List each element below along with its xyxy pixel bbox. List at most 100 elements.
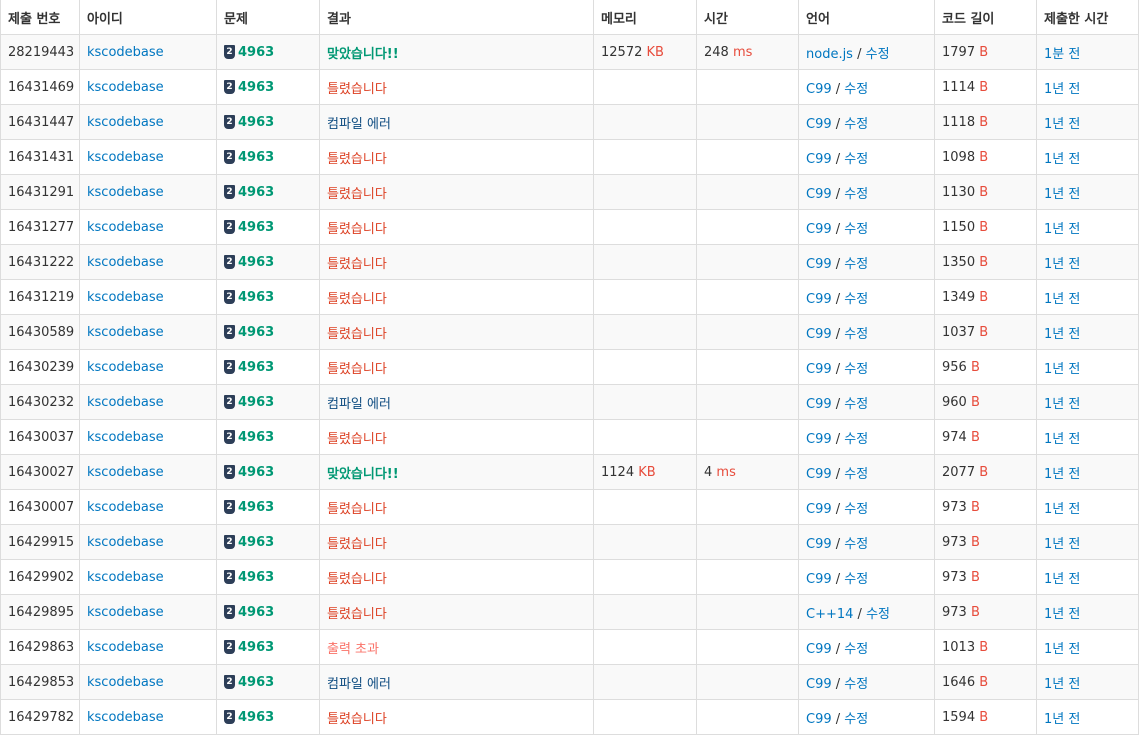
user-link[interactable]: kscodebase — [87, 640, 164, 655]
problem-link[interactable]: 2 4963 — [224, 360, 274, 375]
user-link[interactable]: kscodebase — [87, 80, 164, 95]
user-link[interactable]: kscodebase — [87, 360, 164, 375]
submitted-at-link[interactable]: 1년 전 — [1044, 572, 1080, 587]
problem-link[interactable]: 2 4963 — [224, 395, 274, 410]
edit-link[interactable]: 수정 — [844, 572, 868, 587]
problem-link[interactable]: 2 4963 — [224, 640, 274, 655]
problem-link[interactable]: 2 4963 — [224, 290, 274, 305]
edit-link[interactable]: 수정 — [844, 152, 868, 167]
language-link[interactable]: C++14 — [806, 607, 853, 622]
language-link[interactable]: C99 — [806, 677, 832, 692]
edit-link[interactable]: 수정 — [844, 362, 868, 377]
edit-link[interactable]: 수정 — [844, 292, 868, 307]
user-link[interactable]: kscodebase — [87, 710, 164, 725]
language-link[interactable]: C99 — [806, 572, 832, 587]
submitted-at-link[interactable]: 1년 전 — [1044, 502, 1080, 517]
problem-link[interactable]: 2 4963 — [224, 535, 274, 550]
language-link[interactable]: C99 — [806, 362, 832, 377]
user-link[interactable]: kscodebase — [87, 255, 164, 270]
language-link[interactable]: C99 — [806, 397, 832, 412]
language-link[interactable]: C99 — [806, 467, 832, 482]
problem-link[interactable]: 2 4963 — [224, 570, 274, 585]
edit-link[interactable]: 수정 — [866, 607, 890, 622]
edit-link[interactable]: 수정 — [844, 502, 868, 517]
language-link[interactable]: C99 — [806, 152, 832, 167]
edit-link[interactable]: 수정 — [844, 257, 868, 272]
problem-link[interactable]: 2 4963 — [224, 430, 274, 445]
edit-link[interactable]: 수정 — [844, 397, 868, 412]
problem-link[interactable]: 2 4963 — [224, 80, 274, 95]
problem-link[interactable]: 2 4963 — [224, 150, 274, 165]
submitted-at-link[interactable]: 1년 전 — [1044, 257, 1080, 272]
edit-link[interactable]: 수정 — [844, 222, 868, 237]
edit-link[interactable]: 수정 — [844, 117, 868, 132]
user-link[interactable]: kscodebase — [87, 220, 164, 235]
problem-link[interactable]: 2 4963 — [224, 325, 274, 340]
submitted-at-link[interactable]: 1년 전 — [1044, 222, 1080, 237]
user-link[interactable]: kscodebase — [87, 605, 164, 620]
language-link[interactable]: C99 — [806, 642, 832, 657]
submitted-at-link[interactable]: 1년 전 — [1044, 117, 1080, 132]
edit-link[interactable]: 수정 — [844, 327, 868, 342]
submitted-at-link[interactable]: 1년 전 — [1044, 327, 1080, 342]
submitted-at-link[interactable]: 1년 전 — [1044, 362, 1080, 377]
problem-link[interactable]: 2 4963 — [224, 605, 274, 620]
user-link[interactable]: kscodebase — [87, 290, 164, 305]
submitted-at-link[interactable]: 1년 전 — [1044, 187, 1080, 202]
problem-link[interactable]: 2 4963 — [224, 185, 274, 200]
user-link[interactable]: kscodebase — [87, 150, 164, 165]
edit-link[interactable]: 수정 — [844, 467, 868, 482]
edit-link[interactable]: 수정 — [844, 82, 868, 97]
submitted-at-link[interactable]: 1년 전 — [1044, 712, 1080, 727]
problem-link[interactable]: 2 4963 — [224, 675, 274, 690]
problem-link[interactable]: 2 4963 — [224, 220, 274, 235]
user-link[interactable]: kscodebase — [87, 115, 164, 130]
language-link[interactable]: C99 — [806, 222, 832, 237]
language-link[interactable]: C99 — [806, 187, 832, 202]
submitted-at-link[interactable]: 1년 전 — [1044, 397, 1080, 412]
language-link[interactable]: C99 — [806, 292, 832, 307]
language-link[interactable]: C99 — [806, 257, 832, 272]
user-link[interactable]: kscodebase — [87, 465, 164, 480]
problem-link[interactable]: 2 4963 — [224, 115, 274, 130]
language-link[interactable]: C99 — [806, 502, 832, 517]
submitted-at-link[interactable]: 1년 전 — [1044, 82, 1080, 97]
user-link[interactable]: kscodebase — [87, 185, 164, 200]
language-link[interactable]: C99 — [806, 82, 832, 97]
submitted-at-link[interactable]: 1년 전 — [1044, 152, 1080, 167]
edit-link[interactable]: 수정 — [866, 47, 890, 62]
language-link[interactable]: node.js — [806, 47, 853, 62]
edit-link[interactable]: 수정 — [844, 677, 868, 692]
edit-link[interactable]: 수정 — [844, 432, 868, 447]
problem-link[interactable]: 2 4963 — [224, 45, 274, 60]
submitted-at-link[interactable]: 1년 전 — [1044, 537, 1080, 552]
submitted-at-link[interactable]: 1분 전 — [1044, 47, 1080, 62]
user-link[interactable]: kscodebase — [87, 535, 164, 550]
language-link[interactable]: C99 — [806, 712, 832, 727]
edit-link[interactable]: 수정 — [844, 712, 868, 727]
user-link[interactable]: kscodebase — [87, 500, 164, 515]
submitted-at-link[interactable]: 1년 전 — [1044, 467, 1080, 482]
user-link[interactable]: kscodebase — [87, 45, 164, 60]
problem-link[interactable]: 2 4963 — [224, 255, 274, 270]
user-link[interactable]: kscodebase — [87, 430, 164, 445]
submitted-at-link[interactable]: 1년 전 — [1044, 292, 1080, 307]
user-link[interactable]: kscodebase — [87, 675, 164, 690]
user-link[interactable]: kscodebase — [87, 570, 164, 585]
language-link[interactable]: C99 — [806, 432, 832, 447]
problem-link[interactable]: 2 4963 — [224, 710, 274, 725]
submitted-at-link[interactable]: 1년 전 — [1044, 607, 1080, 622]
problem-link[interactable]: 2 4963 — [224, 500, 274, 515]
submitted-at-link[interactable]: 1년 전 — [1044, 642, 1080, 657]
language-link[interactable]: C99 — [806, 117, 832, 132]
user-link[interactable]: kscodebase — [87, 395, 164, 410]
user-link[interactable]: kscodebase — [87, 325, 164, 340]
language-link[interactable]: C99 — [806, 327, 832, 342]
language-link[interactable]: C99 — [806, 537, 832, 552]
submitted-at-link[interactable]: 1년 전 — [1044, 677, 1080, 692]
edit-link[interactable]: 수정 — [844, 537, 868, 552]
edit-link[interactable]: 수정 — [844, 187, 868, 202]
edit-link[interactable]: 수정 — [844, 642, 868, 657]
problem-link[interactable]: 2 4963 — [224, 465, 274, 480]
submitted-at-link[interactable]: 1년 전 — [1044, 432, 1080, 447]
